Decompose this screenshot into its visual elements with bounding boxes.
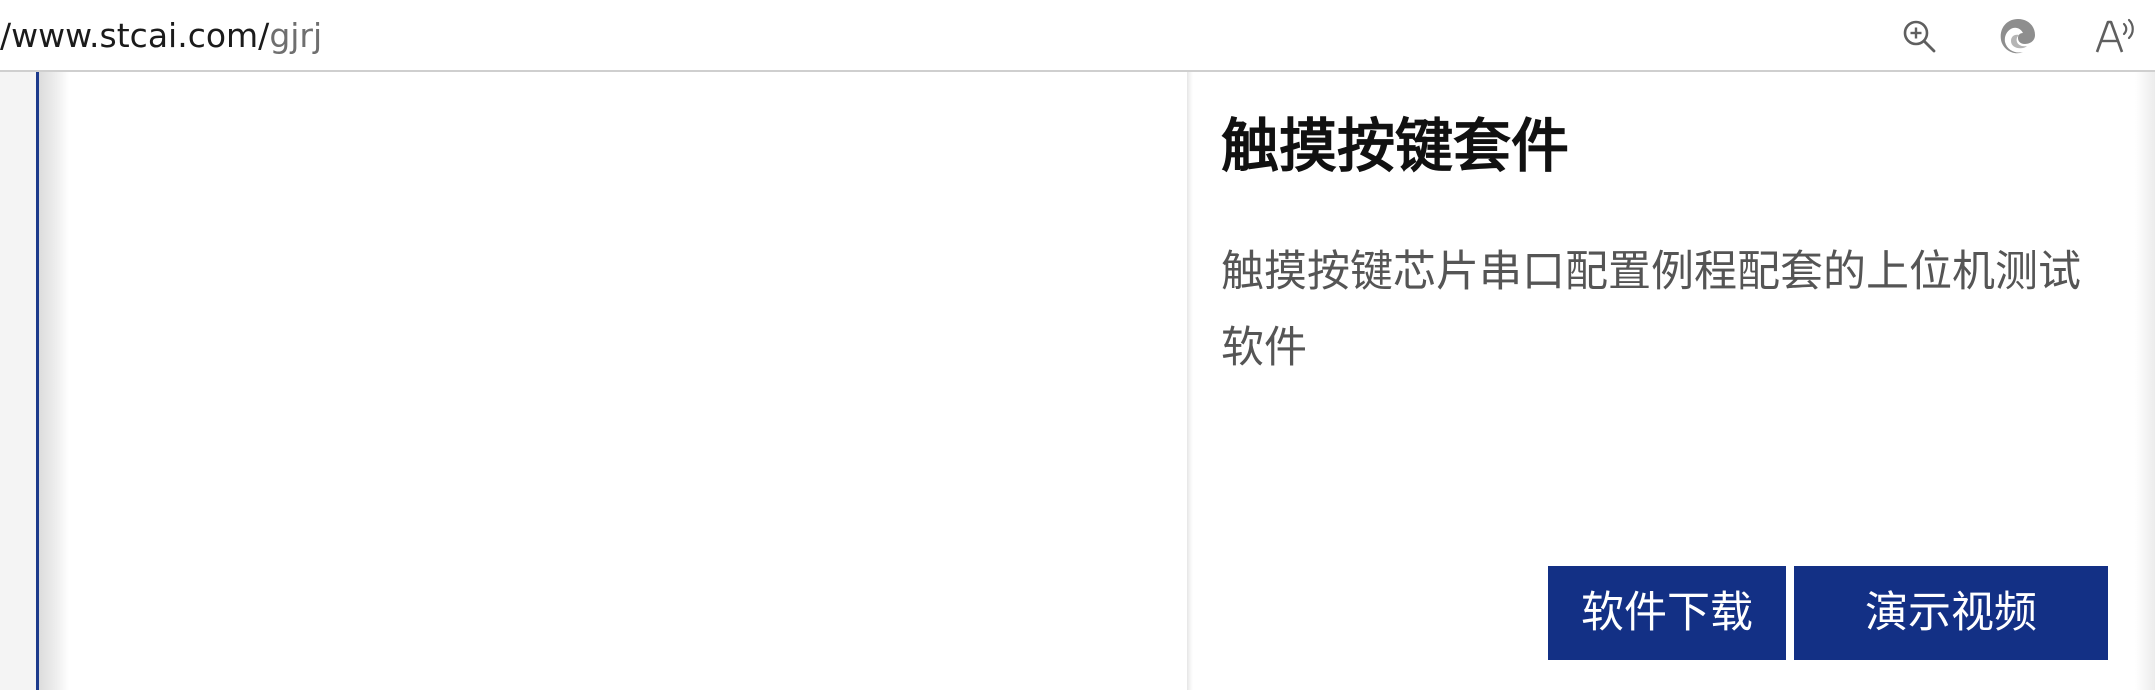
product-title: 触摸按键套件 xyxy=(1221,112,1570,180)
read-aloud-icon[interactable] xyxy=(2092,12,2140,60)
page-content: 触摸按键套件 触摸按键芯片串口配置例程配套的上位机测试软件 软件下载 演示视频 xyxy=(0,72,2155,690)
edge-copilot-icon[interactable] xyxy=(1994,12,2042,60)
zoom-in-icon[interactable] xyxy=(1895,12,1943,60)
url-path: gjrj xyxy=(269,16,323,55)
right-edge xyxy=(2135,72,2155,690)
address-bar[interactable]: /www.stcai.com/gjrj xyxy=(0,0,2155,72)
left-margin xyxy=(0,72,36,690)
url-text[interactable]: /www.stcai.com/gjrj xyxy=(0,16,322,56)
product-description: 触摸按键芯片串口配置例程配套的上位机测试软件 xyxy=(1221,247,2081,373)
card-shadow xyxy=(39,72,69,690)
product-card: 触摸按键套件 触摸按键芯片串口配置例程配套的上位机测试软件 软件下载 演示视频 xyxy=(1193,72,2135,690)
product-image-area xyxy=(69,72,1187,690)
url-domain: /www.stcai.com/ xyxy=(0,16,270,55)
demo-video-button[interactable]: 演示视频 xyxy=(1794,566,2108,660)
software-download-button[interactable]: 软件下载 xyxy=(1548,566,1786,660)
browser-window: /www.stcai.com/gjrj 触摸按键套件 触摸按键芯片串口配置例程配… xyxy=(0,0,2155,690)
